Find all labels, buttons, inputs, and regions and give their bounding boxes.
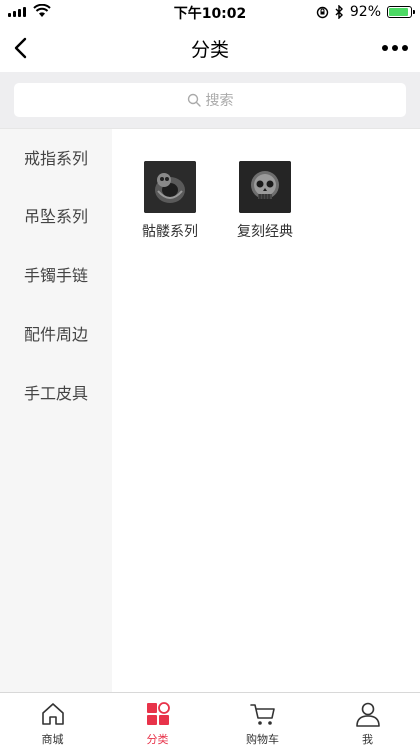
sidebar-item-label: 手镯手链 [23, 265, 88, 285]
tab-category[interactable]: 分类 [105, 693, 210, 747]
battery-icon [387, 6, 415, 18]
tab-me[interactable]: 我 [315, 693, 420, 747]
more-options-icon[interactable] [382, 45, 408, 51]
page-title: 分类 [190, 39, 229, 61]
nav-bar: 分类 [0, 24, 420, 72]
sidebar-item-label: 配件周边 [23, 324, 88, 344]
category-card-classic[interactable]: 复刻经典 [230, 161, 300, 241]
tab-home[interactable]: 商城 [0, 693, 105, 747]
category-sidebar: 戒指系列 吊坠系列 手镯手链 配件周边 手工皮具 [0, 129, 112, 692]
home-icon [41, 703, 64, 725]
sidebar-item-label: 吊坠系列 [23, 206, 88, 226]
category-card-skull[interactable]: 骷髅系列 [135, 161, 205, 241]
skull-ring-image [144, 161, 196, 213]
status-right: 92% [316, 4, 415, 20]
bluetooth-icon [335, 5, 343, 19]
search-placeholder: 搜索 [205, 93, 234, 109]
cart-icon [249, 704, 275, 725]
category-label: 骷髅系列 [142, 224, 198, 240]
category-content: 骷髅系列 复刻经典 [112, 129, 420, 692]
battery-percent: 92% [349, 4, 381, 20]
search-area: 搜索 [0, 72, 420, 128]
sidebar-item-rings[interactable]: 戒指系列 [0, 129, 112, 185]
status-bar: 下午10:02 92% [0, 0, 420, 24]
tab-label: 我 [362, 733, 373, 746]
search-input[interactable]: 搜索 [14, 83, 406, 117]
tab-cart[interactable]: 购物车 [210, 693, 315, 747]
category-label: 复刻经典 [237, 224, 293, 240]
orientation-lock-icon [316, 6, 329, 18]
battery-fill [389, 8, 409, 16]
tab-bar: 商城 分类 购物车 我 [0, 692, 420, 747]
tab-label: 分类 [146, 733, 169, 746]
tab-label: 商城 [41, 733, 64, 746]
sidebar-item-label: 戒指系列 [23, 149, 88, 168]
user-icon [355, 702, 380, 727]
search-icon [187, 93, 201, 107]
sidebar-item-bracelets[interactable]: 手镯手链 [0, 244, 112, 303]
category-icon [146, 702, 170, 725]
sidebar-item-accessories[interactable]: 配件周边 [0, 303, 112, 362]
tab-label: 购物车 [246, 733, 279, 746]
sidebar-item-label: 手工皮具 [23, 383, 88, 403]
sidebar-item-leather[interactable]: 手工皮具 [0, 362, 112, 421]
skull-ring-image [239, 161, 291, 213]
sidebar-item-pendants[interactable]: 吊坠系列 [0, 185, 112, 244]
